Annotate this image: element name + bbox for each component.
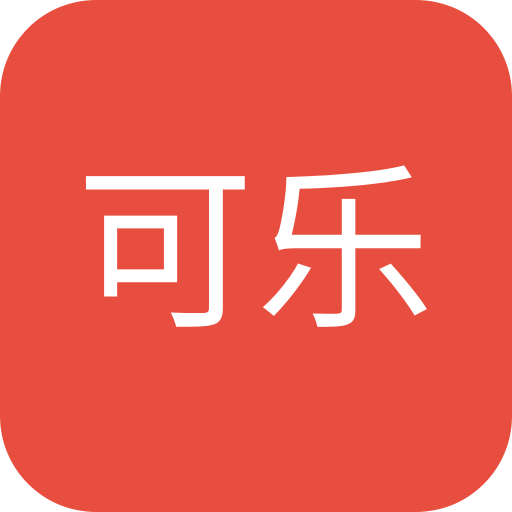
icon-label: 可乐 (76, 148, 436, 355)
app-icon[interactable]: 可乐 (0, 0, 512, 512)
